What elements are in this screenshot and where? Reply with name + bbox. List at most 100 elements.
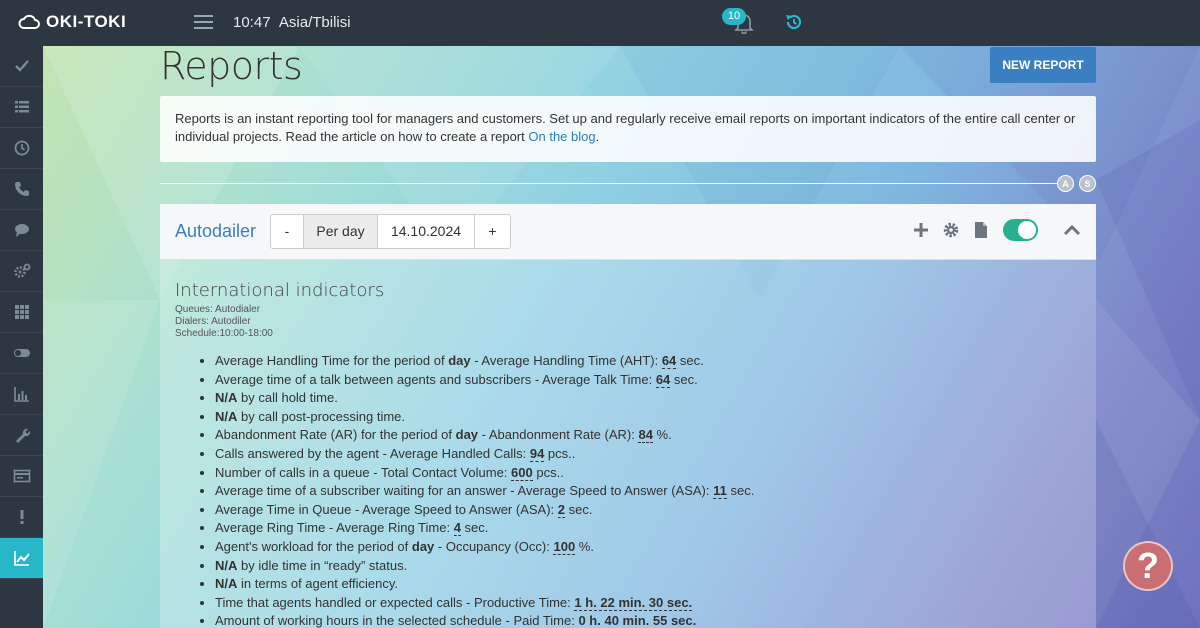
indicator-unit: sec.: [670, 371, 698, 387]
phone-icon: [14, 182, 29, 196]
indicator-text: Average Handling Time for the period of: [215, 353, 449, 368]
indicator-value[interactable]: 64: [655, 371, 671, 388]
indicator-text: Average Time in Queue - Average Speed to…: [215, 501, 558, 517]
exclamation-icon: [20, 510, 23, 524]
indicator-unit: sec.: [460, 520, 489, 536]
sidebar-item-calls[interactable]: [0, 169, 43, 210]
indicator-item: Average time of a subscriber waiting for…: [215, 482, 1081, 501]
new-report-button[interactable]: NEW REPORT: [990, 47, 1096, 83]
help-button[interactable]: ?: [1123, 541, 1173, 591]
indicator-text: Number of calls in a queue - Total Conta…: [215, 464, 512, 480]
blog-link[interactable]: On the blog: [528, 129, 595, 144]
indicator-item: Calls answered by the agent - Average Ha…: [215, 445, 1081, 464]
expand-all-button[interactable]: A: [1057, 175, 1074, 192]
indicator-text: - Average Handling Time (AHT):: [470, 353, 662, 368]
indicator-text: in terms of agent efficiency.: [237, 576, 399, 592]
indicator-text: Abandonment Rate (AR) for the period of: [215, 427, 456, 443]
indicator-unit: %.: [575, 538, 594, 554]
report-body: International indicators Queues: Autodia…: [160, 260, 1096, 628]
indicator-item: N/A in terms of agent efficiency.: [215, 575, 1081, 594]
schedule-label: Schedule:10:00-18:00: [175, 328, 273, 339]
indicator-value[interactable]: 2: [557, 501, 566, 518]
indicator-value[interactable]: 11: [713, 483, 727, 500]
indicator-value[interactable]: 94: [529, 445, 545, 462]
sidebar: [0, 46, 43, 628]
notification-badge[interactable]: 10: [722, 8, 746, 25]
indicator-period: N/A: [215, 576, 238, 592]
indicator-item: Abandonment Rate (AR) for the period of …: [215, 426, 1081, 445]
current-time: 10:47: [233, 14, 271, 31]
sidebar-item-settings[interactable]: [0, 251, 43, 292]
line-chart-icon: [13, 551, 30, 566]
indicator-value[interactable]: 600: [511, 464, 533, 481]
clock-icon: [14, 140, 29, 156]
sidebar-item-alerts[interactable]: [0, 497, 43, 538]
indicator-period: N/A: [215, 557, 238, 573]
indicator-unit: sec.: [726, 483, 755, 499]
sidebar-item-history[interactable]: [0, 128, 43, 169]
main-content: Reports NEW REPORT Reports is an instant…: [43, 44, 1200, 628]
sidebar-item-apps[interactable]: [0, 292, 43, 333]
sidebar-item-tasks[interactable]: [0, 46, 43, 87]
sidebar-item-chat[interactable]: [0, 210, 43, 251]
card-icon: [13, 469, 30, 483]
indicator-item: Agent's workload for the period of day -…: [215, 538, 1081, 557]
sidebar-item-lists[interactable]: [0, 87, 43, 128]
chat-icon: [14, 224, 29, 237]
indicator-item: Average Handling Time for the period of …: [215, 352, 1081, 371]
report-enabled-toggle[interactable]: [1003, 219, 1038, 241]
indicator-item: Average Ring Time - Average Ring Time: 4…: [215, 519, 1081, 538]
indicator-unit: %.: [652, 427, 672, 443]
document-icon[interactable]: [971, 220, 991, 240]
indicator-value[interactable]: 100: [553, 538, 576, 555]
date-prev-button[interactable]: -: [270, 214, 304, 249]
indicator-item: Amount of working hours in the selected …: [215, 612, 1081, 628]
indicator-text: Average time of a subscriber waiting for…: [215, 483, 714, 499]
indicator-text: Average time of a talk between agents an…: [215, 371, 656, 387]
divider: [160, 183, 1060, 184]
indicator-value[interactable]: 0 h. 40 min. 55 sec.: [578, 613, 697, 628]
indicator-unit: sec.: [676, 353, 704, 368]
indicator-text: by call hold time.: [237, 390, 338, 406]
indicator-text: Time that agents handled or expected cal…: [215, 594, 575, 610]
sidebar-item-switches[interactable]: [0, 333, 43, 374]
sidebar-item-billing[interactable]: [0, 456, 43, 497]
date-input[interactable]: 14.10.2024: [378, 214, 475, 249]
sidebar-item-statistics[interactable]: [0, 374, 43, 415]
indicator-value[interactable]: 84: [638, 427, 653, 444]
indicator-item: Average Time in Queue - Average Speed to…: [215, 501, 1081, 520]
list-icon: [14, 101, 29, 113]
report-header: Autodailer - Per day 14.10.2024 +: [160, 204, 1096, 260]
period-select[interactable]: Per day: [304, 214, 378, 249]
indicator-value[interactable]: 1 h. 22 min. 30 sec.: [574, 594, 693, 611]
indicator-value[interactable]: 64: [661, 353, 677, 369]
gear-icon[interactable]: [941, 220, 961, 240]
dialers-label: Dialers: Autodiler: [175, 316, 251, 327]
chevron-up-icon[interactable]: [1062, 220, 1082, 240]
sidebar-item-tools[interactable]: [0, 415, 43, 456]
indicator-period: day: [411, 538, 435, 554]
queues-label: Queues: Autodialer: [175, 304, 261, 315]
indicator-text: by idle time in “ready” status.: [237, 557, 408, 573]
collapse-all-button[interactable]: S: [1079, 175, 1096, 192]
indicator-period: day: [455, 427, 479, 443]
bar-chart-icon: [13, 387, 29, 402]
indicator-item: Number of calls in a queue - Total Conta…: [215, 464, 1081, 483]
menu-toggle-button[interactable]: [194, 15, 213, 29]
indicator-unit: pcs..: [544, 445, 576, 461]
sidebar-item-reports[interactable]: [0, 538, 43, 579]
toggle-icon: [13, 349, 30, 357]
indicator-period: N/A: [215, 390, 238, 406]
info-box: Reports is an instant reporting tool for…: [160, 96, 1096, 162]
report-name[interactable]: Autodailer: [175, 221, 256, 242]
indicator-value[interactable]: 4: [453, 520, 461, 537]
indicator-item: N/A by call post-processing time.: [215, 408, 1081, 427]
logo-text: OKI-TOKI: [46, 12, 127, 31]
plus-icon[interactable]: [911, 220, 931, 240]
date-next-button[interactable]: +: [475, 214, 511, 249]
indicator-period: day: [448, 353, 471, 368]
indicator-text: Amount of working hours in the selected …: [215, 613, 579, 628]
indicator-text: by call post-processing time.: [237, 408, 406, 424]
history-icon[interactable]: [784, 12, 804, 32]
logo[interactable]: OKI-TOKI: [18, 12, 126, 32]
